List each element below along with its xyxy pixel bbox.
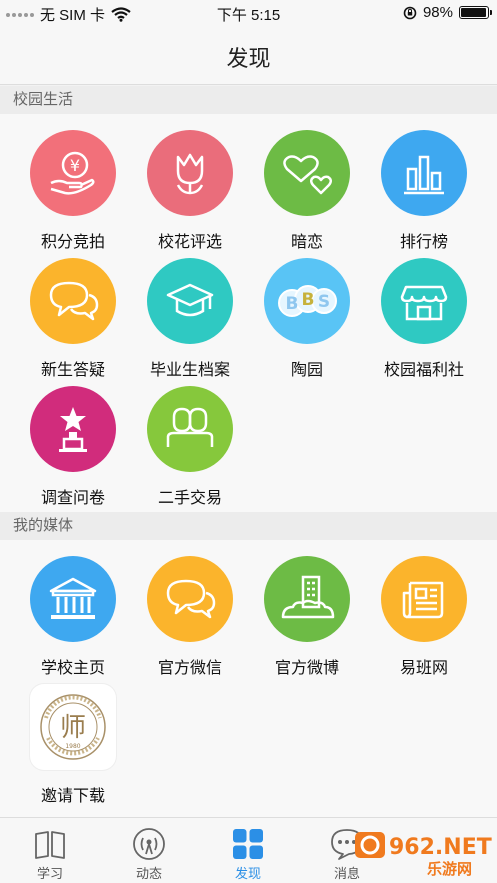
svg-text:B: B [286, 294, 299, 314]
grid-item-school-homepage[interactable]: 学校主页 [14, 556, 132, 682]
svg-text:师: 师 [60, 713, 86, 743]
tab-updates[interactable]: 动态 [99, 818, 199, 883]
status-right: 98% [403, 4, 492, 21]
item-square: 师 1980 [30, 684, 116, 770]
item-label: 调查问卷 [40, 490, 105, 507]
section-header-my-media: 我的媒体 [0, 512, 497, 540]
chat-bubbles-icon [49, 281, 99, 321]
section-campus-life: ¥ 积分竞拍 校花评选 暗恋 排行榜 新生答疑 毕业生档案 B B S 陶园 校… [0, 114, 497, 512]
tab-label: 发现 [234, 866, 261, 881]
people-icon [166, 407, 214, 447]
trophy-star-icon [59, 407, 87, 452]
grid-icon [230, 826, 266, 862]
item-label: 排行榜 [399, 234, 448, 251]
nav-bar: 发现 [0, 27, 497, 85]
grid-item-graduate-archive[interactable]: 毕业生档案 [131, 258, 249, 384]
section-header-campus-life: 校园生活 [0, 86, 497, 114]
item-label: 易班网 [399, 660, 448, 677]
item-label: 学校主页 [40, 660, 105, 677]
item-label: 邀请下载 [40, 788, 105, 805]
yen-hand-icon: ¥ [50, 151, 95, 195]
item-label: 校园福利社 [383, 362, 464, 379]
shop-icon [400, 285, 448, 321]
broadcast-icon [131, 826, 167, 862]
grid-item-yiban[interactable]: 易班网 [365, 556, 483, 682]
grid-item-survey[interactable]: 调查问卷 [14, 386, 132, 512]
svg-text:962.NET: 962.NET [389, 835, 492, 860]
item-label: 毕业生档案 [149, 362, 230, 379]
item-circle [30, 258, 116, 344]
svg-text:B: B [302, 290, 315, 310]
orientation-lock-icon [403, 6, 417, 19]
item-label: 暗恋 [290, 234, 323, 251]
book-icon [32, 826, 68, 862]
page-title: 发现 [226, 46, 271, 71]
grid-item-official-wechat[interactable]: 官方微信 [131, 556, 249, 682]
item-circle [147, 386, 233, 472]
item-label: 官方微信 [157, 660, 222, 677]
item-label: 陶园 [290, 362, 323, 379]
building-columns-icon [49, 577, 97, 619]
item-circle [147, 130, 233, 216]
newspaper-icon [402, 581, 444, 619]
item-circle [264, 130, 350, 216]
battery-icon [459, 6, 492, 19]
grid-item-invite-download[interactable]: 师 1980 邀请下载 [14, 684, 132, 810]
watermark-logo: 962.NET 乐游网 [353, 828, 493, 878]
item-circle: ¥ [30, 130, 116, 216]
hearts-icon [283, 155, 332, 195]
grid-item-campus-welfare[interactable]: 校园福利社 [365, 258, 483, 384]
item-circle [147, 556, 233, 642]
tulip-icon [176, 153, 204, 195]
grid-item-official-weibo[interactable]: 官方微博 [248, 556, 366, 682]
grid-item-points-auction[interactable]: ¥ 积分竞拍 [14, 130, 132, 256]
item-label: 积分竞拍 [40, 234, 105, 251]
city-building-icon [281, 575, 335, 619]
tab-study[interactable]: 学习 [0, 818, 100, 883]
item-circle [381, 258, 467, 344]
battery-percent: 98% [422, 4, 453, 21]
grid-item-secret-crush[interactable]: 暗恋 [248, 130, 366, 256]
tab-label: 学习 [36, 866, 63, 881]
grid-item-campus-beauty[interactable]: 校花评选 [131, 130, 249, 256]
chat-bubbles-icon [166, 579, 216, 619]
item-label: 官方微博 [274, 660, 339, 677]
grid-item-leaderboard[interactable]: 排行榜 [365, 130, 483, 256]
item-circle: B B S [264, 258, 350, 344]
item-circle [381, 130, 467, 216]
svg-text:乐游网: 乐游网 [427, 860, 472, 878]
section-my-media: 学校主页 官方微信 官方微博 易班网 师 1980 邀请下载 [0, 540, 497, 817]
item-circle [381, 556, 467, 642]
svg-text:1980: 1980 [65, 743, 80, 750]
grid-item-taoyuan[interactable]: B B S 陶园 [248, 258, 366, 384]
status-bar: 无 SIM 卡 下午 5:15 98% [0, 0, 497, 27]
tab-label: 动态 [135, 866, 162, 881]
school-logo-icon: 师 1980 [40, 694, 106, 760]
svg-text:¥: ¥ [70, 156, 80, 175]
item-circle [30, 556, 116, 642]
item-label: 新生答疑 [40, 362, 105, 379]
item-label: 二手交易 [157, 490, 222, 507]
item-label: 校花评选 [157, 234, 222, 251]
item-circle [264, 556, 350, 642]
item-circle [30, 386, 116, 472]
grid-item-second-hand[interactable]: 二手交易 [131, 386, 249, 512]
grid-item-freshman-qa[interactable]: 新生答疑 [14, 258, 132, 384]
bbs-icon: B B S [278, 285, 337, 317]
battery-fill [461, 8, 487, 17]
bar-chart-icon [404, 155, 444, 195]
item-circle [147, 258, 233, 344]
svg-text:S: S [318, 292, 330, 312]
tab-discover[interactable]: 发现 [198, 818, 298, 883]
graduation-cap-icon [166, 283, 214, 317]
